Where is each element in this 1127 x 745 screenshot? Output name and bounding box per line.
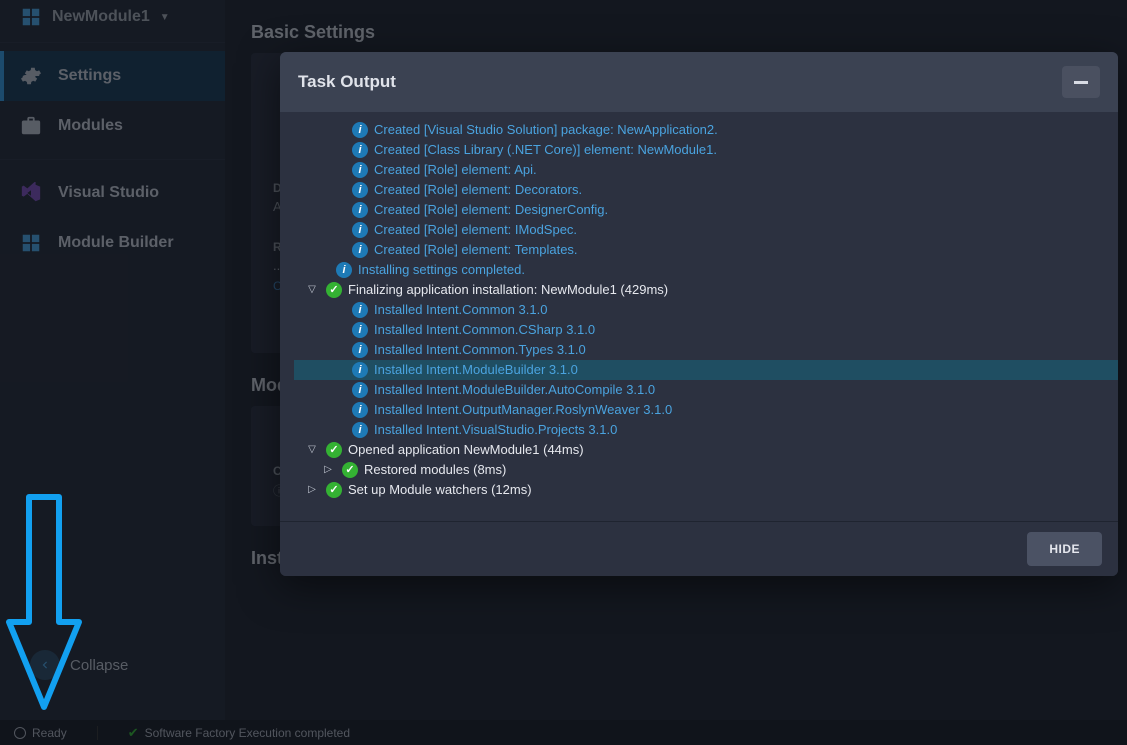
log-text: Created [Role] element: DesignerConfig. xyxy=(374,200,608,220)
hide-button[interactable]: HIDE xyxy=(1027,532,1102,566)
modal-title: Task Output xyxy=(298,72,396,92)
log-text: Installed Intent.ModuleBuilder.AutoCompi… xyxy=(374,380,655,400)
chevron-down-icon[interactable]: ▽ xyxy=(304,282,320,298)
modal-body[interactable]: i Created [Visual Studio Solution] packag… xyxy=(280,112,1118,521)
success-icon: ✓ xyxy=(326,282,342,298)
log-line: i Installed Intent.ModuleBuilder 3.1.0 xyxy=(294,360,1118,380)
minimize-icon xyxy=(1074,81,1088,84)
log-line: i Installed Intent.Common 3.1.0 xyxy=(294,300,1118,320)
chevron-right-icon[interactable]: ▷ xyxy=(320,462,336,478)
log-text: Created [Role] element: IModSpec. xyxy=(374,220,577,240)
log-line: i Created [Role] element: Api. xyxy=(294,160,1118,180)
log-text: Opened application NewModule1 (44ms) xyxy=(348,440,584,460)
info-icon: i xyxy=(352,402,368,418)
log-text: Finalizing application installation: New… xyxy=(348,280,668,300)
modal-footer: HIDE xyxy=(280,521,1118,576)
success-icon: ✓ xyxy=(326,482,342,498)
task-output-modal: Task Output i Created [Visual Studio Solu… xyxy=(280,52,1118,576)
log-line: i Installed Intent.Common.Types 3.1.0 xyxy=(294,340,1118,360)
modal-header: Task Output xyxy=(280,52,1118,112)
log-line: i Installed Intent.OutputManager.RoslynWe… xyxy=(294,400,1118,420)
success-icon: ✓ xyxy=(326,442,342,458)
log-text: Installed Intent.ModuleBuilder 3.1.0 xyxy=(374,360,578,380)
info-icon: i xyxy=(352,362,368,378)
info-icon: i xyxy=(352,322,368,338)
log-line: ▽ ✓ Finalizing application installation: N… xyxy=(294,280,1118,300)
minimize-button[interactable] xyxy=(1062,66,1100,98)
log-line: i Created [Visual Studio Solution] packag… xyxy=(294,120,1118,140)
info-icon: i xyxy=(352,162,368,178)
log-line: i Created [Role] element: Templates. xyxy=(294,240,1118,260)
info-icon: i xyxy=(352,142,368,158)
info-icon: i xyxy=(352,122,368,138)
log-text: Installed Intent.Common.CSharp 3.1.0 xyxy=(374,320,595,340)
log-line: i Created [Role] element: DesignerConfig. xyxy=(294,200,1118,220)
log-text: Restored modules (8ms) xyxy=(364,460,506,480)
log-text: Installed Intent.OutputManager.RoslynWea… xyxy=(374,400,672,420)
info-icon: i xyxy=(352,182,368,198)
log-text: Installed Intent.VisualStudio.Projects 3… xyxy=(374,420,617,440)
info-icon: i xyxy=(352,202,368,218)
log-text: Created [Role] element: Decorators. xyxy=(374,180,582,200)
info-icon: i xyxy=(352,422,368,438)
log-line: ▽ ✓ Opened application NewModule1 (44ms) xyxy=(294,440,1118,460)
log-text: Created [Role] element: Templates. xyxy=(374,240,578,260)
log-text: Installed Intent.Common 3.1.0 xyxy=(374,300,547,320)
info-icon: i xyxy=(352,382,368,398)
success-icon: ✓ xyxy=(342,462,358,478)
log-line: i Installed Intent.Common.CSharp 3.1.0 xyxy=(294,320,1118,340)
log-line: i Created [Role] element: IModSpec. xyxy=(294,220,1118,240)
info-icon: i xyxy=(352,302,368,318)
log-text: Created [Class Library (.NET Core)] elem… xyxy=(374,140,717,160)
log-text: Installing settings completed. xyxy=(358,260,525,280)
log-text: Installed Intent.Common.Types 3.1.0 xyxy=(374,340,586,360)
log-line: i Installed Intent.VisualStudio.Projects … xyxy=(294,420,1118,440)
info-icon: i xyxy=(352,242,368,258)
log-line: i Installing settings completed. xyxy=(294,260,1118,280)
chevron-right-icon[interactable]: ▷ xyxy=(304,482,320,498)
log-line: i Created [Class Library (.NET Core)] ele… xyxy=(294,140,1118,160)
log-text: Created [Role] element: Api. xyxy=(374,160,537,180)
log-line: ▷ ✓ Restored modules (8ms) xyxy=(294,460,1118,480)
info-icon: i xyxy=(352,222,368,238)
log-text: Created [Visual Studio Solution] package… xyxy=(374,120,718,140)
info-icon: i xyxy=(336,262,352,278)
log-text: Set up Module watchers (12ms) xyxy=(348,480,532,500)
log-line: i Installed Intent.ModuleBuilder.AutoComp… xyxy=(294,380,1118,400)
log-line: ▷ ✓ Set up Module watchers (12ms) xyxy=(294,480,1118,500)
chevron-down-icon[interactable]: ▽ xyxy=(304,442,320,458)
info-icon: i xyxy=(352,342,368,358)
log-line: i Created [Role] element: Decorators. xyxy=(294,180,1118,200)
